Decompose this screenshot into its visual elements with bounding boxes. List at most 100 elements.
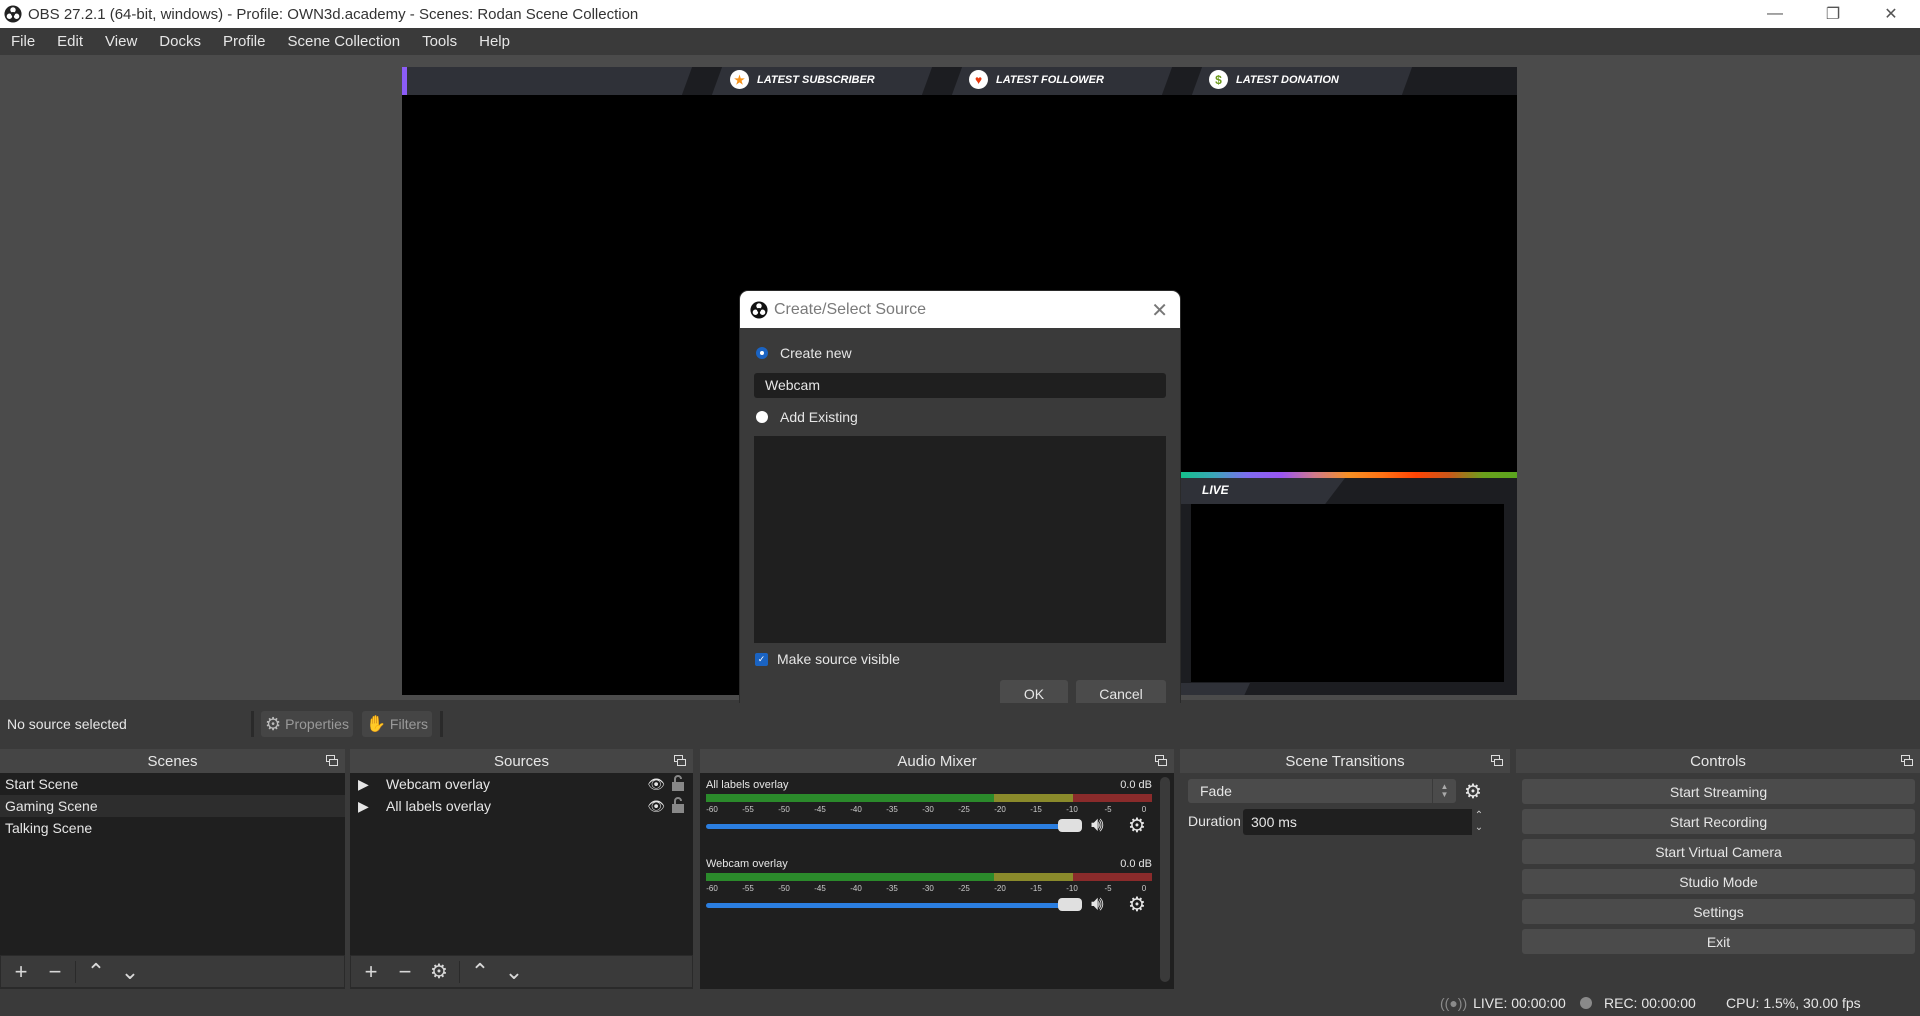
- overlay-stripe: [1401, 67, 1517, 95]
- gear-icon: ⚙: [265, 713, 282, 734]
- close-icon[interactable]: ✕: [1151, 298, 1168, 323]
- tick-label: -5: [1104, 884, 1112, 893]
- menu-profile[interactable]: Profile: [212, 33, 277, 50]
- properties-button[interactable]: ⚙ Properties: [261, 711, 353, 737]
- filters-button[interactable]: ✋ Filters: [362, 711, 433, 737]
- tick-label: -30: [922, 805, 934, 814]
- mixer-scrollbar[interactable]: [1160, 777, 1170, 982]
- start-virtual-camera-button[interactable]: Start Virtual Camera: [1522, 839, 1915, 864]
- tick-label: -15: [1030, 805, 1042, 814]
- minimize-button[interactable]: —: [1746, 0, 1804, 28]
- settings-button[interactable]: Settings: [1522, 899, 1915, 924]
- menu-docks[interactable]: Docks: [148, 33, 212, 50]
- tick-label: -55: [742, 805, 754, 814]
- volume-meter: [706, 873, 1152, 881]
- scene-item[interactable]: Talking Scene: [0, 817, 345, 839]
- duration-input[interactable]: 300 ms ⌃ ⌄: [1243, 809, 1486, 835]
- source-item[interactable]: ▶ All labels overlay 👁: [350, 795, 693, 817]
- fader-track[interactable]: [706, 824, 1076, 829]
- scene-item[interactable]: Gaming Scene: [0, 795, 345, 817]
- visibility-eye-icon[interactable]: 👁: [647, 776, 665, 793]
- transition-select[interactable]: Fade ▲ ▼: [1188, 779, 1456, 803]
- duration-spinner[interactable]: ⌃ ⌄: [1472, 809, 1486, 835]
- transition-settings-gear-icon[interactable]: ⚙: [1460, 779, 1486, 803]
- float-dock-icon[interactable]: [1491, 755, 1503, 766]
- sources-title: Sources: [493, 752, 550, 770]
- source-item[interactable]: ▶ Webcam overlay 👁: [350, 773, 693, 795]
- move-scene-up-button[interactable]: ⌃: [80, 959, 112, 985]
- float-dock-icon[interactable]: [1901, 755, 1913, 766]
- speaker-icon[interactable]: 🔊︎: [1091, 814, 1104, 837]
- latest-donation-label: $ LATEST DONATION: [1209, 70, 1339, 89]
- rainbow-bar: [1180, 472, 1517, 478]
- tick-label: -60: [706, 805, 718, 814]
- speaker-icon[interactable]: 🔊︎: [1091, 893, 1104, 916]
- cpu-status: CPU: 1.5%, 30.00 fps: [1726, 995, 1861, 1011]
- add-source-button[interactable]: +: [355, 959, 387, 985]
- unlock-icon[interactable]: [671, 797, 685, 813]
- gear-icon[interactable]: ⚙: [1128, 892, 1146, 917]
- audio-mixer-dock: Audio Mixer All labels overlay 0.0 dB -60…: [700, 749, 1174, 989]
- float-dock-icon[interactable]: [326, 755, 338, 766]
- add-existing-option[interactable]: Add Existing: [756, 409, 858, 425]
- controls-header: Controls: [1516, 749, 1920, 773]
- make-visible-checkbox[interactable]: ✓: [755, 652, 768, 666]
- scene-item[interactable]: Start Scene: [0, 773, 345, 795]
- fader-knob[interactable]: [1058, 898, 1082, 911]
- make-visible-option[interactable]: ✓ Make source visible: [755, 651, 900, 667]
- dollar-icon: $: [1209, 70, 1228, 89]
- menu-tools[interactable]: Tools: [411, 33, 468, 50]
- close-window-button[interactable]: ✕: [1862, 0, 1920, 28]
- latest-follower-label: ♥ LATEST FOLLOWER: [969, 70, 1104, 89]
- existing-sources-list[interactable]: [754, 436, 1166, 643]
- exit-button[interactable]: Exit: [1522, 929, 1915, 954]
- float-dock-icon[interactable]: [1155, 755, 1167, 766]
- gear-icon[interactable]: ⚙: [1128, 813, 1146, 838]
- studio-mode-button[interactable]: Studio Mode: [1522, 869, 1915, 894]
- fader-track[interactable]: [706, 903, 1076, 908]
- mixer-channel: All labels overlay 0.0 dB -60 -55 -50 -45 -40…: [706, 779, 1152, 838]
- make-visible-label: Make source visible: [777, 651, 900, 667]
- visibility-eye-icon[interactable]: 👁: [647, 798, 665, 815]
- title-bar: OBS 27.2.1 (64-bit, windows) - Profile: …: [0, 0, 1920, 28]
- fader-knob[interactable]: [1058, 819, 1082, 832]
- scene-transitions-dock: Scene Transitions Fade ▲ ▼ ⚙ Duration 300…: [1180, 749, 1510, 989]
- restore-button[interactable]: ❐: [1804, 0, 1862, 28]
- remove-source-button[interactable]: −: [389, 959, 421, 985]
- channel-name: Webcam overlay: [706, 858, 788, 870]
- add-scene-button[interactable]: +: [5, 959, 37, 985]
- overlay-accent: [402, 67, 407, 95]
- selected-source-status: No source selected: [7, 716, 127, 732]
- expand-icon[interactable]: ▶: [358, 798, 372, 815]
- menu-file[interactable]: File: [0, 33, 46, 50]
- tick-label: -20: [994, 805, 1006, 814]
- sources-list: ▶ Webcam overlay 👁 ▶ All labels overlay …: [350, 773, 693, 955]
- float-dock-icon[interactable]: [674, 755, 686, 766]
- channel-level: 0.0 dB: [1120, 779, 1152, 791]
- tick-label: -20: [994, 884, 1006, 893]
- menu-edit[interactable]: Edit: [46, 33, 94, 50]
- move-source-up-button[interactable]: ⌃: [464, 959, 496, 985]
- source-name-input[interactable]: Webcam: [754, 373, 1166, 398]
- menu-view[interactable]: View: [94, 33, 148, 50]
- source-properties-button[interactable]: ⚙: [423, 959, 455, 985]
- create-new-radio[interactable]: [756, 347, 768, 359]
- create-new-option[interactable]: Create new: [756, 345, 852, 361]
- start-recording-button[interactable]: Start Recording: [1522, 809, 1915, 834]
- divider: [75, 960, 76, 983]
- menu-scene-collection[interactable]: Scene Collection: [277, 33, 412, 50]
- audio-mixer-title: Audio Mixer: [897, 752, 977, 770]
- add-existing-radio[interactable]: [756, 411, 768, 423]
- audio-mixer-header: Audio Mixer: [700, 749, 1174, 773]
- volume-fader[interactable]: 🔊︎ ⚙: [706, 813, 1152, 838]
- remove-scene-button[interactable]: −: [39, 959, 71, 985]
- live-time: LIVE: 00:00:00: [1473, 995, 1566, 1011]
- move-source-down-button[interactable]: ⌄: [498, 959, 530, 985]
- volume-fader[interactable]: 🔊︎ ⚙: [706, 892, 1152, 917]
- expand-icon[interactable]: ▶: [358, 776, 372, 793]
- move-scene-down-button[interactable]: ⌄: [114, 959, 146, 985]
- cpu-fps: CPU: 1.5%, 30.00 fps: [1726, 995, 1861, 1011]
- unlock-icon[interactable]: [671, 775, 685, 791]
- menu-help[interactable]: Help: [468, 33, 521, 50]
- start-streaming-button[interactable]: Start Streaming: [1522, 779, 1915, 804]
